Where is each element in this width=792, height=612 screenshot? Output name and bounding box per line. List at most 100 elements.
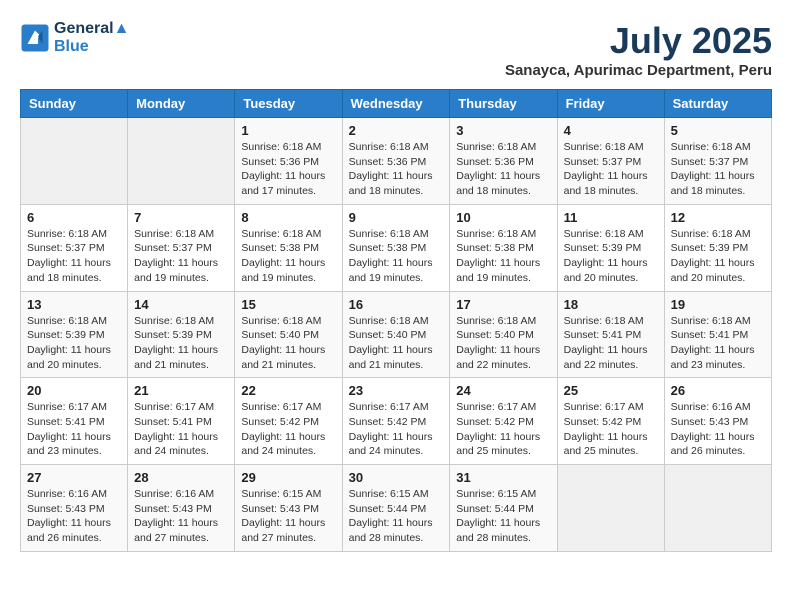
calendar-cell: 4 Sunrise: 6:18 AM Sunset: 5:37 PM Daylig… [557,118,664,205]
calendar-cell: 9Sunrise: 6:18 AM Sunset: 5:38 PM Daylig… [342,204,450,291]
day-number: 8 [241,210,335,225]
day-content: Sunrise: 6:18 AM Sunset: 5:41 PM Dayligh… [564,314,658,373]
calendar-cell: 31Sunrise: 6:15 AM Sunset: 5:44 PM Dayli… [450,465,557,552]
calendar-cell: 24Sunrise: 6:17 AM Sunset: 5:42 PM Dayli… [450,378,557,465]
calendar-cell: 5 Sunrise: 6:18 AM Sunset: 5:37 PM Daylig… [664,118,771,205]
day-content: Sunrise: 6:18 AM Sunset: 5:36 PM Dayligh… [456,140,550,199]
day-content: Sunrise: 6:17 AM Sunset: 5:42 PM Dayligh… [241,400,335,459]
calendar-cell: 23 Sunrise: 6:17 AM Sunset: 5:42 PM Dayli… [342,378,450,465]
day-header-tuesday: Tuesday [235,90,342,118]
calendar-week-1: 1 Sunrise: 6:18 AM Sunset: 5:36 PM Daylig… [21,118,772,205]
day-content: Sunrise: 6:18 AM Sunset: 5:37 PM Dayligh… [134,227,228,286]
calendar-cell [21,118,128,205]
day-number: 24 [456,383,550,398]
day-content: Sunrise: 6:18 AM Sunset: 5:39 PM Dayligh… [27,314,121,373]
day-content: Sunrise: 6:18 AM Sunset: 5:36 PM Dayligh… [349,140,444,199]
month-title: July 2025 [505,20,772,62]
day-number: 26 [671,383,765,398]
day-number: 1 [241,123,335,138]
day-number: 20 [27,383,121,398]
day-number: 2 [349,123,444,138]
calendar-week-2: 6Sunrise: 6:18 AM Sunset: 5:37 PM Daylig… [21,204,772,291]
calendar-cell [557,465,664,552]
calendar-cell: 22 Sunrise: 6:17 AM Sunset: 5:42 PM Dayli… [235,378,342,465]
calendar-cell: 25 Sunrise: 6:17 AM Sunset: 5:42 PM Dayli… [557,378,664,465]
page-header: General▲ Blue July 2025 Sanayca, Apurima… [20,20,772,79]
day-header-wednesday: Wednesday [342,90,450,118]
day-number: 15 [241,297,335,312]
day-number: 16 [349,297,444,312]
day-header-friday: Friday [557,90,664,118]
day-content: Sunrise: 6:18 AM Sunset: 5:36 PM Dayligh… [241,140,335,199]
day-number: 11 [564,210,658,225]
calendar-cell: 10 Sunrise: 6:18 AM Sunset: 5:38 PM Dayli… [450,204,557,291]
day-number: 29 [241,470,335,485]
calendar-cell: 13 Sunrise: 6:18 AM Sunset: 5:39 PM Dayli… [21,291,128,378]
calendar-cell: 17 Sunrise: 6:18 AM Sunset: 5:40 PM Dayli… [450,291,557,378]
day-header-sunday: Sunday [21,90,128,118]
calendar-cell: 6Sunrise: 6:18 AM Sunset: 5:37 PM Daylig… [21,204,128,291]
day-content: Sunrise: 6:16 AM Sunset: 5:43 PM Dayligh… [27,487,121,546]
calendar-cell: 7 Sunrise: 6:18 AM Sunset: 5:37 PM Daylig… [128,204,235,291]
logo-icon [20,23,50,53]
calendar-cell: 26 Sunrise: 6:16 AM Sunset: 5:43 PM Dayli… [664,378,771,465]
calendar-cell: 21 Sunrise: 6:17 AM Sunset: 5:41 PM Dayli… [128,378,235,465]
calendar-table: SundayMondayTuesdayWednesdayThursdayFrid… [20,89,772,552]
calendar-cell [664,465,771,552]
calendar-cell: 30Sunrise: 6:15 AM Sunset: 5:44 PM Dayli… [342,465,450,552]
day-content: Sunrise: 6:18 AM Sunset: 5:39 PM Dayligh… [671,227,765,286]
day-content: Sunrise: 6:18 AM Sunset: 5:41 PM Dayligh… [671,314,765,373]
calendar-cell: 29 Sunrise: 6:15 AM Sunset: 5:43 PM Dayli… [235,465,342,552]
day-number: 10 [456,210,550,225]
day-content: Sunrise: 6:18 AM Sunset: 5:39 PM Dayligh… [134,314,228,373]
calendar-cell: 3Sunrise: 6:18 AM Sunset: 5:36 PM Daylig… [450,118,557,205]
day-content: Sunrise: 6:17 AM Sunset: 5:42 PM Dayligh… [349,400,444,459]
calendar-week-3: 13 Sunrise: 6:18 AM Sunset: 5:39 PM Dayli… [21,291,772,378]
location-subtitle: Sanayca, Apurimac Department, Peru [505,62,772,79]
day-number: 23 [349,383,444,398]
calendar-header-row: SundayMondayTuesdayWednesdayThursdayFrid… [21,90,772,118]
day-content: Sunrise: 6:18 AM Sunset: 5:39 PM Dayligh… [564,227,658,286]
day-content: Sunrise: 6:18 AM Sunset: 5:38 PM Dayligh… [349,227,444,286]
day-number: 30 [349,470,444,485]
calendar-cell: 28Sunrise: 6:16 AM Sunset: 5:43 PM Dayli… [128,465,235,552]
logo-text: General▲ Blue [54,20,129,56]
day-content: Sunrise: 6:15 AM Sunset: 5:43 PM Dayligh… [241,487,335,546]
day-header-saturday: Saturday [664,90,771,118]
day-content: Sunrise: 6:18 AM Sunset: 5:40 PM Dayligh… [349,314,444,373]
day-number: 17 [456,297,550,312]
day-content: Sunrise: 6:16 AM Sunset: 5:43 PM Dayligh… [671,400,765,459]
day-number: 22 [241,383,335,398]
day-number: 21 [134,383,228,398]
calendar-cell: 2 Sunrise: 6:18 AM Sunset: 5:36 PM Daylig… [342,118,450,205]
day-number: 7 [134,210,228,225]
day-number: 12 [671,210,765,225]
calendar-cell: 18 Sunrise: 6:18 AM Sunset: 5:41 PM Dayli… [557,291,664,378]
calendar-cell: 11 Sunrise: 6:18 AM Sunset: 5:39 PM Dayli… [557,204,664,291]
day-number: 18 [564,297,658,312]
day-number: 19 [671,297,765,312]
day-content: Sunrise: 6:18 AM Sunset: 5:40 PM Dayligh… [456,314,550,373]
calendar-cell: 1 Sunrise: 6:18 AM Sunset: 5:36 PM Daylig… [235,118,342,205]
day-content: Sunrise: 6:18 AM Sunset: 5:38 PM Dayligh… [456,227,550,286]
calendar-cell: 8Sunrise: 6:18 AM Sunset: 5:38 PM Daylig… [235,204,342,291]
day-content: Sunrise: 6:17 AM Sunset: 5:41 PM Dayligh… [134,400,228,459]
day-header-thursday: Thursday [450,90,557,118]
calendar-cell: 15Sunrise: 6:18 AM Sunset: 5:40 PM Dayli… [235,291,342,378]
day-number: 13 [27,297,121,312]
calendar-cell: 20Sunrise: 6:17 AM Sunset: 5:41 PM Dayli… [21,378,128,465]
calendar-cell: 12 Sunrise: 6:18 AM Sunset: 5:39 PM Dayli… [664,204,771,291]
day-content: Sunrise: 6:18 AM Sunset: 5:37 PM Dayligh… [671,140,765,199]
day-content: Sunrise: 6:17 AM Sunset: 5:42 PM Dayligh… [564,400,658,459]
day-number: 25 [564,383,658,398]
day-header-monday: Monday [128,90,235,118]
calendar-cell: 16 Sunrise: 6:18 AM Sunset: 5:40 PM Dayli… [342,291,450,378]
day-number: 14 [134,297,228,312]
day-content: Sunrise: 6:18 AM Sunset: 5:37 PM Dayligh… [564,140,658,199]
day-number: 4 [564,123,658,138]
day-content: Sunrise: 6:15 AM Sunset: 5:44 PM Dayligh… [456,487,550,546]
calendar-cell: 27 Sunrise: 6:16 AM Sunset: 5:43 PM Dayli… [21,465,128,552]
day-number: 27 [27,470,121,485]
day-number: 5 [671,123,765,138]
day-content: Sunrise: 6:16 AM Sunset: 5:43 PM Dayligh… [134,487,228,546]
